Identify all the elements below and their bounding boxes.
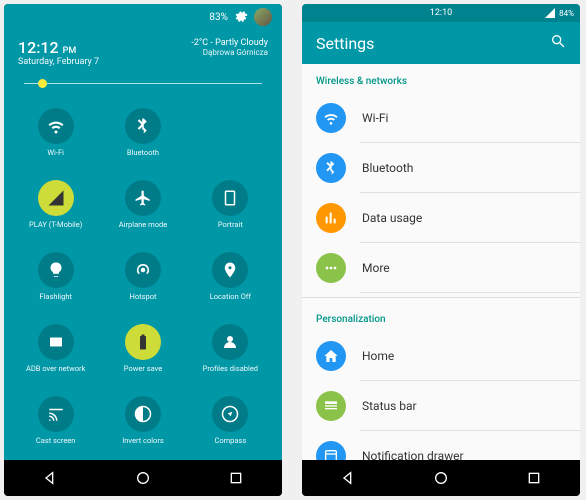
search-icon[interactable] bbox=[550, 33, 566, 53]
nav-recent-button[interactable] bbox=[525, 469, 543, 487]
tile-label: Portrait bbox=[218, 220, 243, 229]
tile-label: Wi-Fi bbox=[47, 148, 64, 157]
qs-tile-bluetooth[interactable]: Bluetooth bbox=[99, 96, 186, 168]
tile-label: Profiles disabled bbox=[203, 364, 258, 373]
quick-settings-panel: 83% 12:12 PM Saturday, February 7 -2°C -… bbox=[4, 4, 282, 460]
settings-label: Wi-Fi bbox=[362, 111, 388, 125]
tile-label: Cast screen bbox=[36, 436, 76, 445]
tile-label: Hotspot bbox=[130, 292, 157, 301]
cast-icon bbox=[38, 396, 74, 432]
page-title: Settings bbox=[316, 34, 374, 53]
settings-label: Notification drawer bbox=[362, 449, 464, 460]
data-icon bbox=[316, 203, 346, 233]
drawer-icon bbox=[316, 441, 346, 460]
clock-date: Saturday, February 7 bbox=[18, 57, 99, 67]
signal-icon bbox=[544, 7, 556, 19]
settings-row-data[interactable]: Data usage bbox=[302, 193, 580, 243]
nav-home-button[interactable] bbox=[432, 469, 450, 487]
nav-home-button[interactable] bbox=[134, 469, 152, 487]
qs-tile-compass[interactable]: Compass bbox=[187, 384, 274, 456]
settings-row-bluetooth[interactable]: Bluetooth bbox=[302, 143, 580, 193]
rotate-icon bbox=[212, 180, 248, 216]
qs-tile-wifi[interactable]: Wi-Fi bbox=[12, 96, 99, 168]
settings-row-more[interactable]: More bbox=[302, 243, 580, 293]
bluetooth-icon bbox=[316, 153, 346, 183]
compass-icon bbox=[212, 396, 248, 432]
qs-tile-battery[interactable]: Power save bbox=[99, 312, 186, 384]
tile-label: Airplane mode bbox=[119, 220, 167, 229]
phone-settings: 12:10 84% Settings Wireless & networks Wi… bbox=[302, 4, 580, 496]
tile-label: Compass bbox=[214, 436, 246, 445]
tile-label: Location Off bbox=[210, 292, 251, 301]
settings-label: Home bbox=[362, 349, 394, 363]
settings-label: More bbox=[362, 261, 390, 275]
tile-label: Bluetooth bbox=[127, 148, 159, 157]
status-icon bbox=[316, 391, 346, 421]
hotspot-icon bbox=[125, 252, 161, 288]
adb-icon bbox=[38, 324, 74, 360]
battery-percentage: 84% bbox=[559, 9, 574, 18]
wifi-icon bbox=[316, 103, 346, 133]
airplane-icon bbox=[125, 180, 161, 216]
nav-bar bbox=[4, 460, 282, 496]
weather-temp: -2°C - Partly Cloudy bbox=[191, 38, 268, 48]
settings-label: Status bar bbox=[362, 399, 417, 413]
settings-row-status[interactable]: Status bar bbox=[302, 381, 580, 431]
appbar: Settings bbox=[302, 22, 580, 64]
settings-label: Data usage bbox=[362, 211, 422, 225]
qs-tile-invert[interactable]: Invert colors bbox=[99, 384, 186, 456]
section-header: Wireless & networks bbox=[302, 64, 580, 93]
settings-row-drawer[interactable]: Notification drawer bbox=[302, 431, 580, 460]
qs-tile-hotspot[interactable]: Hotspot bbox=[99, 240, 186, 312]
tile-label: Invert colors bbox=[122, 436, 164, 445]
nav-recent-button[interactable] bbox=[227, 469, 245, 487]
qs-tile-cast[interactable]: Cast screen bbox=[12, 384, 99, 456]
qs-tile-profile[interactable]: Profiles disabled bbox=[187, 312, 274, 384]
battery-percentage: 83% bbox=[209, 12, 228, 23]
nav-back-button[interactable] bbox=[41, 469, 59, 487]
weather-widget[interactable]: -2°C - Partly Cloudy Dąbrowa Górnicza bbox=[191, 38, 268, 67]
tile-label: Power save bbox=[124, 364, 162, 373]
status-bar: 83% bbox=[4, 4, 282, 30]
tile-label: Flashlight bbox=[39, 292, 72, 301]
qs-tile-airplane[interactable]: Airplane mode bbox=[99, 168, 186, 240]
brightness-slider[interactable] bbox=[4, 71, 282, 90]
bluetooth-icon bbox=[125, 108, 161, 144]
qs-tile-adb[interactable]: ADB over network bbox=[12, 312, 99, 384]
gear-icon[interactable] bbox=[234, 9, 248, 26]
settings-row-wifi[interactable]: Wi-Fi bbox=[302, 93, 580, 143]
nav-bar bbox=[302, 460, 580, 496]
section-divider bbox=[302, 297, 580, 298]
profile-icon bbox=[212, 324, 248, 360]
location-icon bbox=[212, 252, 248, 288]
more-icon bbox=[316, 253, 346, 283]
avatar[interactable] bbox=[254, 8, 272, 26]
weather-location: Dąbrowa Górnicza bbox=[191, 48, 268, 57]
phone-quick-settings: 83% 12:12 PM Saturday, February 7 -2°C -… bbox=[4, 4, 282, 496]
settings-row-home[interactable]: Home bbox=[302, 331, 580, 381]
signal-icon bbox=[38, 180, 74, 216]
status-bar: 12:10 84% bbox=[302, 4, 580, 22]
settings-label: Bluetooth bbox=[362, 161, 413, 175]
home-icon bbox=[316, 341, 346, 371]
status-time: 12:10 bbox=[430, 8, 452, 18]
bulb-icon bbox=[38, 252, 74, 288]
qs-tile-location[interactable]: Location Off bbox=[187, 240, 274, 312]
battery-icon bbox=[125, 324, 161, 360]
tile-label: ADB over network bbox=[26, 364, 85, 373]
wifi-icon bbox=[38, 108, 74, 144]
tile-label: PLAY (T-Mobile) bbox=[29, 220, 82, 229]
section-header: Personalization bbox=[302, 302, 580, 331]
invert-icon bbox=[125, 396, 161, 432]
clock-time: 12:12 PM bbox=[18, 38, 99, 57]
qs-tile-rotate[interactable]: Portrait bbox=[187, 168, 274, 240]
qs-tile-signal[interactable]: PLAY (T-Mobile) bbox=[12, 168, 99, 240]
qs-tile-blank bbox=[187, 96, 274, 168]
qs-tile-bulb[interactable]: Flashlight bbox=[12, 240, 99, 312]
nav-back-button[interactable] bbox=[339, 469, 357, 487]
